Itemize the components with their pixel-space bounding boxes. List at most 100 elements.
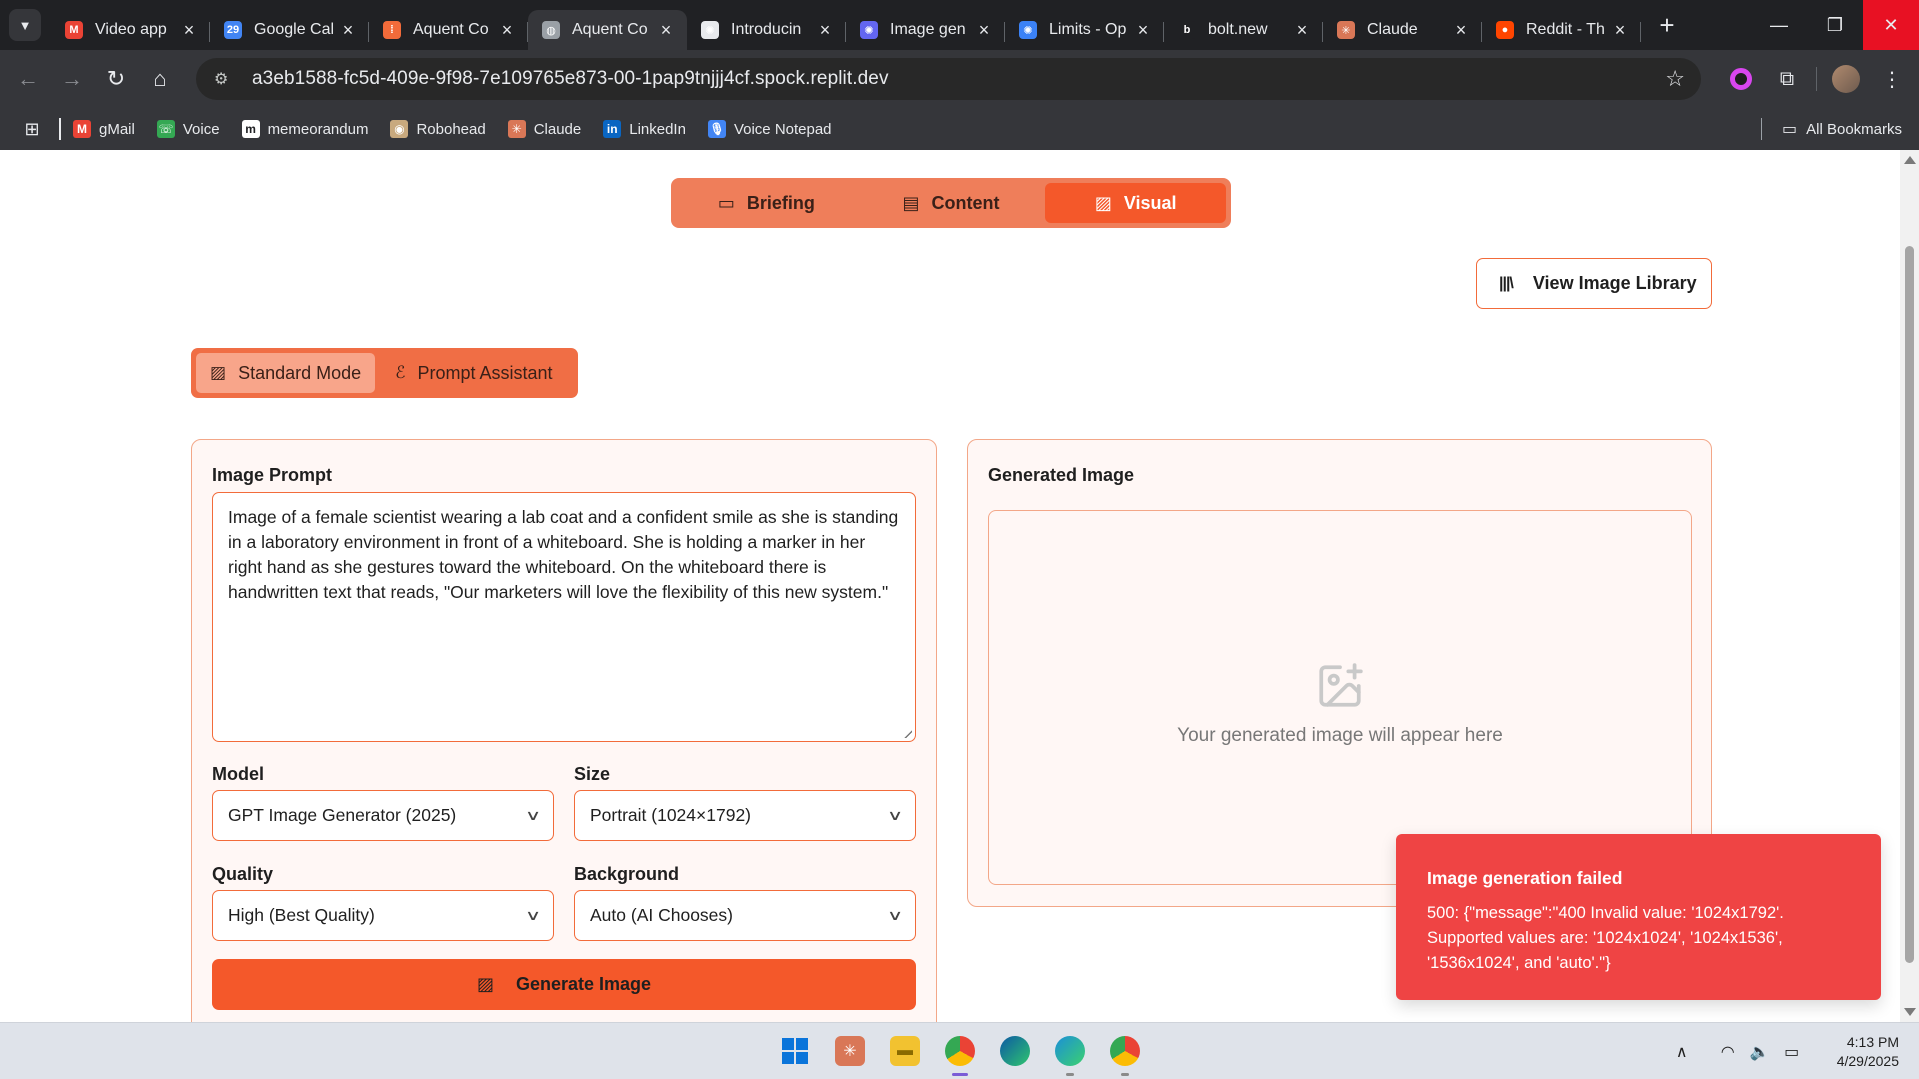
taskbar-edge-profile[interactable] (1050, 1031, 1090, 1076)
browser-tab[interactable]: b bolt.new × (1164, 10, 1323, 50)
main-tabs: ▭ Briefing ▤ Content ▨ Visual (671, 178, 1231, 228)
browser-tab[interactable]: M Video app × (51, 10, 210, 50)
openai-icon: ✺ (860, 21, 878, 39)
resize-handle[interactable] (902, 728, 912, 738)
chevron-down-icon: ∨ (886, 807, 904, 823)
browser-tab[interactable]: 29 Google Cal × (210, 10, 369, 50)
reload-button[interactable]: ↻ (94, 57, 138, 101)
close-icon[interactable]: × (498, 20, 516, 41)
scroll-up-arrow[interactable] (1904, 156, 1916, 164)
scroll-thumb[interactable] (1905, 246, 1914, 963)
browser-tab[interactable]: ✺ Introducin × (687, 10, 846, 50)
bookmark-item[interactable]: ☏ Voice (156, 120, 220, 138)
window-controls: — ❐ ✕ (1751, 0, 1919, 50)
linkedin-icon: in (603, 120, 622, 138)
apps-grid-icon[interactable]: ⊞ (11, 119, 53, 140)
close-icon[interactable]: × (180, 20, 198, 41)
home-button[interactable]: ⌂ (138, 57, 182, 101)
browser-tab[interactable]: ⁞ Aquent Co × (369, 10, 528, 50)
model-label: Model (212, 764, 264, 784)
battery-icon[interactable]: ▭ (1777, 1042, 1807, 1062)
openai-icon: ✺ (1019, 21, 1037, 39)
extension-icon[interactable] (1718, 56, 1764, 102)
clock[interactable]: 4:13 PM 4/29/2025 (1837, 1033, 1899, 1071)
site-info-icon[interactable]: ⚙ (214, 69, 238, 89)
browser-tab[interactable]: ◍ Aquent Co × (528, 10, 687, 50)
model-select[interactable]: GPT Image Generator (2025) ∨ (212, 790, 554, 841)
size-select[interactable]: Portrait (1024×1792) ∨ (574, 790, 916, 841)
background-select[interactable]: Auto (AI Chooses) ∨ (574, 890, 916, 941)
generate-image-button[interactable]: ▨ Generate Image (212, 959, 916, 1010)
restore-button[interactable]: ❐ (1807, 0, 1863, 50)
model-value: GPT Image Generator (2025) (228, 805, 457, 825)
close-icon[interactable]: × (657, 20, 675, 41)
claude-icon: ✳ (1337, 21, 1355, 39)
bookmark-item[interactable]: MgMail (73, 120, 135, 138)
system-tray: ∧ ◠ 🔈 ▭ 4:13 PM 4/29/2025 (1667, 1023, 1919, 1079)
standard-mode-button[interactable]: ▨ Standard Mode (196, 353, 376, 393)
chrome-menu-icon[interactable]: ⋮ (1869, 56, 1915, 102)
profile-button[interactable] (1823, 56, 1869, 102)
bookmark-label: Voice Notepad (733, 120, 832, 138)
view-image-library-button[interactable]: |||\ View Image Library (1476, 258, 1712, 309)
browser-tab[interactable]: ✳ Claude × (1323, 10, 1482, 50)
taskbar-claude[interactable]: ✳ (830, 1031, 870, 1071)
tab-visual[interactable]: ▨ Visual (1045, 183, 1227, 223)
all-bookmarks-button[interactable]: ▭ All Bookmarks (1761, 108, 1902, 150)
edge-icon (1055, 1036, 1085, 1066)
close-icon[interactable]: × (1611, 20, 1629, 41)
chevron-up-icon[interactable]: ∧ (1667, 1042, 1697, 1062)
image-prompt-textarea[interactable]: Image of a female scientist wearing a la… (212, 492, 916, 742)
back-button[interactable]: ← (6, 57, 50, 101)
ring-extension-icon (1730, 68, 1752, 90)
close-icon[interactable]: × (1293, 20, 1311, 41)
bookmark-item[interactable]: 🎙 Voice Notepad (707, 120, 832, 138)
scroll-down-arrow[interactable] (1904, 1008, 1916, 1016)
message-square-icon: ▭ (717, 192, 735, 213)
close-icon[interactable]: × (1452, 20, 1470, 41)
extensions-puzzle-icon[interactable]: ⧉ (1764, 56, 1810, 102)
prompt-assistant-button[interactable]: ℰ Prompt Assistant (381, 353, 566, 393)
size-label: Size (574, 764, 611, 784)
bookmark-item[interactable]: ◉ Robohead (390, 120, 486, 138)
mode-label: Prompt Assistant (417, 362, 553, 383)
error-toast[interactable]: Image generation failed 500: {"message":… (1396, 834, 1881, 1000)
page-scrollbar[interactable] (1900, 150, 1919, 1022)
tab-search-button[interactable]: ▼ (9, 9, 41, 41)
tab-briefing[interactable]: ▭ Briefing (676, 183, 857, 223)
bookmark-item[interactable]: in LinkedIn (603, 120, 686, 138)
quality-select[interactable]: High (Best Quality) ∨ (212, 890, 554, 941)
time-text: 4:13 PM (1846, 1033, 1899, 1050)
browser-tab[interactable]: ✺ Limits - Op × (1005, 10, 1164, 50)
tab-content[interactable]: ▤ Content (861, 183, 1042, 223)
forward-button[interactable]: → (50, 57, 94, 101)
taskbar-file-explorer[interactable]: ▬ (885, 1031, 925, 1071)
tab-title: Reddit - Th (1526, 21, 1605, 38)
bookmark-star-icon[interactable]: ☆ (1665, 66, 1685, 92)
file-text-icon: ▤ (902, 192, 920, 213)
new-tab-button[interactable]: + (1649, 7, 1685, 43)
image-icon: ▨ (1094, 192, 1112, 213)
close-icon[interactable]: × (975, 20, 993, 41)
address-bar[interactable]: ⚙ a3eb1588-fc5d-409e-9f98-7e109765e873-0… (196, 58, 1701, 100)
bookmark-item[interactable]: ✳ Claude (507, 120, 582, 138)
start-button[interactable] (775, 1031, 815, 1071)
browser-tab[interactable]: ● Reddit - Th × (1482, 10, 1641, 50)
minimize-button[interactable]: — (1751, 0, 1807, 50)
taskbar-edge[interactable] (995, 1031, 1035, 1071)
wifi-icon[interactable]: ◠ (1713, 1042, 1743, 1062)
volume-icon[interactable]: 🔈 (1745, 1042, 1775, 1062)
close-icon[interactable]: × (1134, 20, 1152, 41)
tab-title: Aquent Co (413, 21, 489, 38)
chevron-down-icon: ∨ (524, 907, 542, 923)
bookmark-label: Robohead (416, 120, 486, 138)
taskbar-chrome-profile[interactable] (1105, 1031, 1145, 1076)
close-window-button[interactable]: ✕ (1863, 0, 1919, 50)
bookmark-item[interactable]: m memeorandum (241, 120, 368, 138)
taskbar-chrome[interactable] (940, 1031, 980, 1076)
close-icon[interactable]: × (816, 20, 834, 41)
browser-tab[interactable]: ✺ Image gen × (846, 10, 1005, 50)
close-icon[interactable]: × (339, 20, 357, 41)
image-plus-icon (1319, 662, 1363, 707)
bookmark-label: Claude (533, 120, 582, 138)
